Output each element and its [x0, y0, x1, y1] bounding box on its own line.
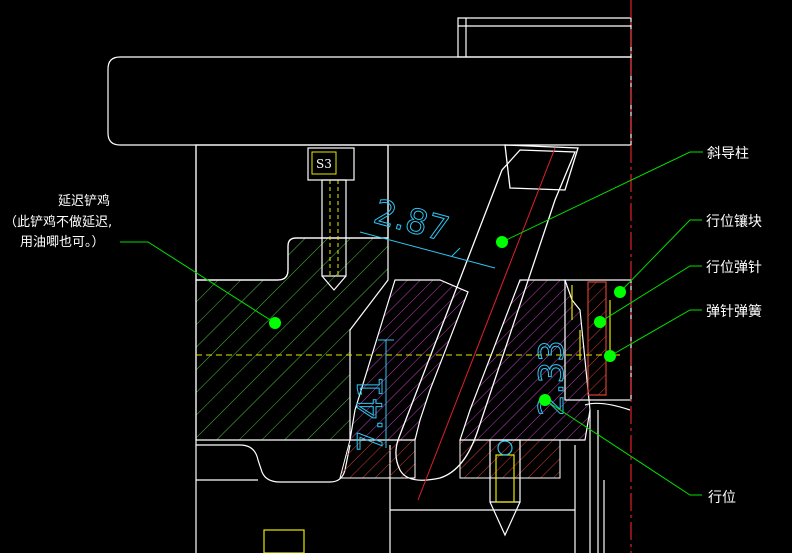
screw-tag: S3 — [316, 157, 332, 171]
delay-heel-block — [195, 144, 389, 553]
label-slider-insert: 行位镶块 — [706, 213, 762, 230]
label-delay-heel-line1: 延迟铲鸡 — [58, 193, 110, 209]
label-delay-heel-line2: （此铲鸡不做延迟, — [4, 214, 112, 230]
label-angle-pin: 斜导柱 — [707, 146, 749, 162]
label-delay-heel-line3: 用油唧也可。） — [20, 235, 105, 250]
label-slider: 行位 — [708, 490, 736, 506]
top-clamp-plate — [107, 17, 632, 146]
dimension-7-41-text: 7.41 — [351, 376, 391, 452]
label-slider-ejector-pin: 行位弹针 — [706, 260, 762, 276]
label-ejector-spring: 弹针弹簧 — [706, 304, 762, 320]
mold-slider-cad-drawing: S3 2.87 2.33 7.41 延迟铲鸡 （此铲鸡不做延迟, 用油唧也可。）… — [4, 0, 762, 553]
